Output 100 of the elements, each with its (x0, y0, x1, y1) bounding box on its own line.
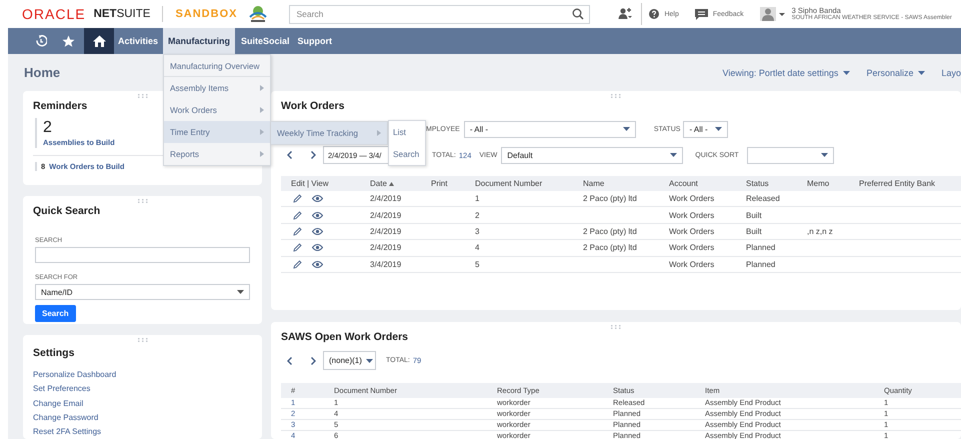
drag-handle-icon[interactable] (138, 94, 148, 98)
column-header[interactable]: Edit | View (291, 179, 329, 188)
menu-item[interactable]: Work Orders (164, 99, 270, 121)
drag-handle-icon[interactable] (138, 338, 148, 342)
drag-handle-icon[interactable] (138, 199, 148, 203)
drag-handle-icon[interactable] (611, 94, 621, 98)
table-cell: 2 Paco (pty) ltd (583, 243, 637, 252)
caret-icon (260, 151, 264, 157)
table-cell: Work Orders (669, 226, 714, 236)
caret-icon (260, 107, 264, 113)
menu-button[interactable]: Viewing: Portlet date settings (722, 68, 850, 78)
help-icon[interactable] (649, 9, 660, 19)
eye-icon[interactable] (312, 210, 323, 220)
logo-brand: ORACLE (22, 6, 86, 22)
table-cell: 3/4/2019 (370, 260, 402, 269)
table-cell: 2/4/2019 (370, 194, 402, 204)
menu-item[interactable]: Time Entry (164, 121, 270, 143)
menu-button[interactable]: Personalize (866, 68, 926, 78)
caret-icon (918, 70, 926, 74)
table-cell: 2 (475, 210, 480, 220)
weather-logo-icon (247, 5, 270, 23)
card-title: SAWS Open Work Orders (281, 331, 408, 343)
speech-bubble-icon[interactable] (694, 8, 708, 20)
table-cell: 4 (475, 243, 480, 252)
status-select[interactable]: - All - (683, 120, 728, 138)
column-header[interactable]: Memo (807, 179, 830, 188)
menu-item[interactable]: List (389, 121, 425, 143)
column-header[interactable]: Print (431, 179, 448, 188)
column-header[interactable]: Date (370, 179, 387, 188)
table-cell: 1 (475, 194, 480, 204)
column-header[interactable]: Account (669, 179, 698, 188)
menu-button[interactable]: Layo (941, 68, 961, 78)
next-icon[interactable] (311, 151, 316, 159)
menu-item[interactable]: Assembly Items (164, 77, 270, 99)
caret-icon (260, 129, 264, 135)
column-header[interactable]: Preferred Entity Bank (859, 179, 936, 188)
previous-icon[interactable] (287, 151, 292, 159)
employee-select[interactable]: - All - (464, 120, 636, 138)
drag-handle-icon[interactable] (611, 325, 621, 329)
column-header[interactable]: Document Number (475, 179, 542, 188)
search-icon[interactable] (572, 8, 584, 20)
table-cell: 2/4/2019 (370, 210, 402, 220)
sort-icon[interactable] (388, 182, 394, 186)
search-field[interactable]: Search (289, 4, 590, 24)
card-title: Reminders (33, 100, 88, 112)
recent-icon[interactable] (34, 35, 46, 47)
caret-icon (715, 127, 722, 131)
caret-icon (377, 130, 381, 136)
avatar-icon[interactable] (760, 7, 786, 21)
settings-link[interactable]: Change Email (33, 398, 84, 409)
table-cell: Work Orders (669, 243, 714, 252)
table-cell: Planned (746, 260, 776, 269)
table-cell: Planned (746, 243, 776, 252)
menu-item[interactable]: Manufacturing Overview (164, 55, 270, 77)
table-cell: 5 (475, 260, 480, 269)
menu-item[interactable]: Reports (164, 143, 270, 165)
table-cell: Released (746, 194, 780, 204)
caret-icon (670, 153, 678, 157)
table-cell: ,n z,n z (807, 226, 833, 236)
eye-icon[interactable] (312, 226, 323, 236)
person-plus-icon[interactable] (618, 8, 632, 20)
home-icon[interactable] (92, 35, 106, 47)
settings-link[interactable]: Set Preferences (33, 384, 90, 395)
settings-link[interactable]: Reset 2FA Settings (33, 427, 102, 438)
search-button[interactable]: Search (35, 305, 76, 322)
table-cell: Work Orders (669, 260, 714, 269)
table-cell: 2 Paco (pty) ltd (583, 194, 637, 204)
settings-link[interactable]: Change Password (33, 412, 98, 424)
previous-icon[interactable] (287, 356, 292, 364)
logo-product: NETSUITE (94, 8, 150, 20)
caret-icon (260, 85, 264, 91)
menu-item[interactable]: Weekly Time Tracking (271, 122, 387, 144)
table-cell: 2/4/2019 (370, 226, 402, 236)
star-icon[interactable] (62, 35, 74, 47)
table-cell: 2/4/2019 (370, 243, 402, 252)
nav-tab[interactable]: Support (294, 28, 336, 54)
next-icon[interactable] (311, 356, 316, 364)
search-for-select[interactable]: Name/ID (35, 284, 250, 300)
caret-icon (820, 153, 828, 157)
filter-select[interactable]: (none)(1) (323, 351, 376, 370)
table-cell: Work Orders (669, 210, 714, 220)
card-title: Quick Search (33, 205, 100, 217)
nav-tab[interactable]: Activities (114, 28, 162, 54)
nav-tab[interactable]: SuiteSocial (237, 28, 294, 54)
eye-icon[interactable] (312, 194, 323, 204)
nav-tab[interactable]: Manufacturing (163, 28, 236, 54)
caret-icon (622, 127, 630, 131)
table-cell: Work Orders (669, 194, 714, 204)
view-select[interactable]: Default (501, 146, 684, 164)
eye-icon[interactable] (312, 243, 323, 252)
column-header[interactable]: Name (583, 179, 604, 188)
column-header[interactable]: Status (746, 179, 769, 188)
search-input[interactable] (35, 247, 250, 263)
eye-icon[interactable] (312, 260, 323, 269)
table-cell: 3 (475, 226, 480, 236)
caret-icon (237, 290, 244, 294)
table-cell: Built (746, 210, 762, 220)
settings-link[interactable]: Personalize Dashboard (33, 370, 116, 380)
page-title: Home (24, 65, 60, 80)
environment-label: SANDBOX (175, 8, 238, 20)
